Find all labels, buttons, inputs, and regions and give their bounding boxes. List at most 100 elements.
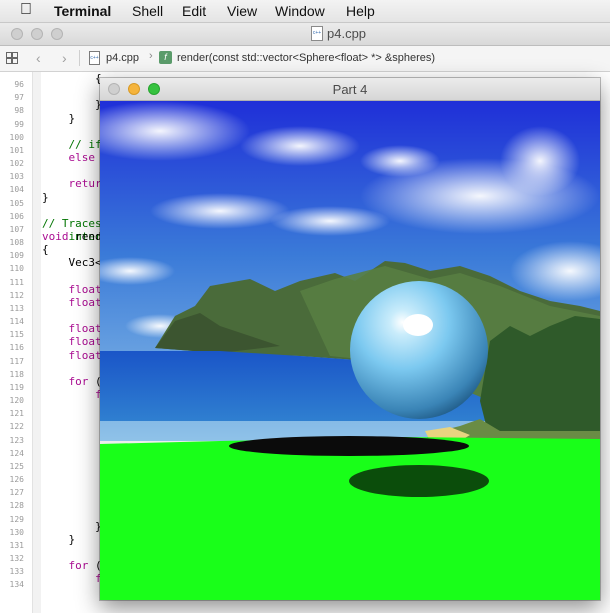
line-number-gutter: 96 97 98 99 100 101 102 103 104 105 106 107 108 109 11… xyxy=(0,72,32,613)
code-token: retur xyxy=(68,177,102,191)
code-token: float xyxy=(68,335,102,349)
blue-sphere xyxy=(350,281,488,419)
jump-bar: ‹ › c++ p4.cpp › f render(const std::vec… xyxy=(0,46,610,72)
render-window-title: Part 4 xyxy=(332,82,368,97)
related-items-grid-icon[interactable] xyxy=(6,52,18,64)
line-number: 98 xyxy=(14,106,24,116)
black-disc xyxy=(229,436,469,456)
menu-window[interactable]: Window xyxy=(275,3,325,19)
code-line: // Traces xyxy=(42,217,102,230)
forward-arrow-icon[interactable]: › xyxy=(62,50,67,66)
code-token: rend xyxy=(68,230,102,244)
code-token: } xyxy=(42,111,76,125)
code-line: f xyxy=(42,572,102,585)
green-ground-plane xyxy=(100,437,600,600)
editor-window-titlebar: c++ p4.cpp xyxy=(0,23,610,46)
code-line: // if xyxy=(42,138,101,151)
code-token: float xyxy=(68,348,102,362)
line-number: 123 xyxy=(9,435,24,445)
line-number: 128 xyxy=(9,501,24,511)
code-token: for xyxy=(68,374,89,388)
chevron-right-icon: › xyxy=(149,50,153,62)
code-token: } xyxy=(42,532,76,546)
code-fold-ribbon[interactable] xyxy=(32,72,41,613)
function-icon: f xyxy=(159,51,172,64)
line-number: 131 xyxy=(9,540,24,550)
line-number: 109 xyxy=(9,251,24,261)
line-number: 107 xyxy=(9,224,24,234)
scene-svg xyxy=(100,101,600,600)
line-number: 119 xyxy=(9,382,24,392)
line-number: 103 xyxy=(9,172,24,182)
menu-shell[interactable]: Shell xyxy=(132,3,163,19)
line-number: 111 xyxy=(9,277,24,287)
cpp-file-icon: c++ xyxy=(311,26,323,41)
code-line: { xyxy=(42,243,49,256)
line-number: 122 xyxy=(9,422,24,432)
back-arrow-icon[interactable]: ‹ xyxy=(36,50,41,66)
zoom-button[interactable] xyxy=(51,28,63,40)
code-line: f xyxy=(42,388,102,401)
breadcrumb-function[interactable]: render(const std::vector<Sphere<float> *… xyxy=(177,52,435,64)
line-number: 116 xyxy=(9,343,24,353)
line-number: 117 xyxy=(9,356,24,366)
menu-view[interactable]: View xyxy=(227,3,257,19)
disc-shadow xyxy=(349,465,489,497)
line-number: 96 xyxy=(14,80,24,89)
code-line: void rend xyxy=(42,230,102,243)
code-line: } xyxy=(42,533,75,546)
code-token: } xyxy=(42,190,49,204)
line-number: 105 xyxy=(9,198,24,208)
menu-edit[interactable]: Edit xyxy=(182,3,206,19)
line-number: 134 xyxy=(9,580,24,590)
code-token: } xyxy=(42,98,102,112)
line-number: 127 xyxy=(9,488,24,498)
code-line: float xyxy=(42,296,102,309)
apple-logo-icon[interactable]:  xyxy=(20,1,32,19)
code-line: float xyxy=(42,322,102,335)
minimize-button[interactable] xyxy=(31,28,43,40)
code-token: float xyxy=(68,295,102,309)
line-number: 100 xyxy=(9,132,24,142)
line-number: 124 xyxy=(9,448,24,458)
code-token: Vec3< xyxy=(42,256,102,270)
code-line: } xyxy=(42,520,102,533)
line-number: 110 xyxy=(9,264,24,274)
line-number: 113 xyxy=(9,303,24,313)
menu-help[interactable]: Help xyxy=(346,3,375,19)
line-number: 106 xyxy=(9,211,24,221)
menu-terminal[interactable]: Terminal xyxy=(54,3,111,19)
raytraced-image xyxy=(100,101,600,600)
line-number: 102 xyxy=(9,159,24,169)
line-number: 126 xyxy=(9,475,24,485)
breadcrumb-file[interactable]: p4.cpp xyxy=(106,52,139,64)
close-button[interactable] xyxy=(11,28,23,40)
code-line: float xyxy=(42,335,102,348)
code-token: float xyxy=(68,282,102,296)
code-line: retur xyxy=(42,177,102,190)
cpp-file-icon: c++ xyxy=(89,51,100,65)
line-number: 104 xyxy=(9,185,24,195)
line-number: 108 xyxy=(9,238,24,248)
render-window-titlebar: Part 4 xyxy=(100,78,600,101)
code-line: float xyxy=(42,283,102,296)
render-window[interactable]: Part 4 xyxy=(100,78,600,600)
code-line: Vec3< xyxy=(42,256,102,270)
code-token: float xyxy=(68,322,102,336)
line-number: 130 xyxy=(9,527,24,537)
line-number: 99 xyxy=(14,119,24,129)
sphere-highlight xyxy=(403,314,433,336)
code-token: { xyxy=(42,72,102,85)
code-line: } xyxy=(42,112,75,125)
line-number: 118 xyxy=(9,369,24,379)
code-line: } xyxy=(42,98,102,111)
